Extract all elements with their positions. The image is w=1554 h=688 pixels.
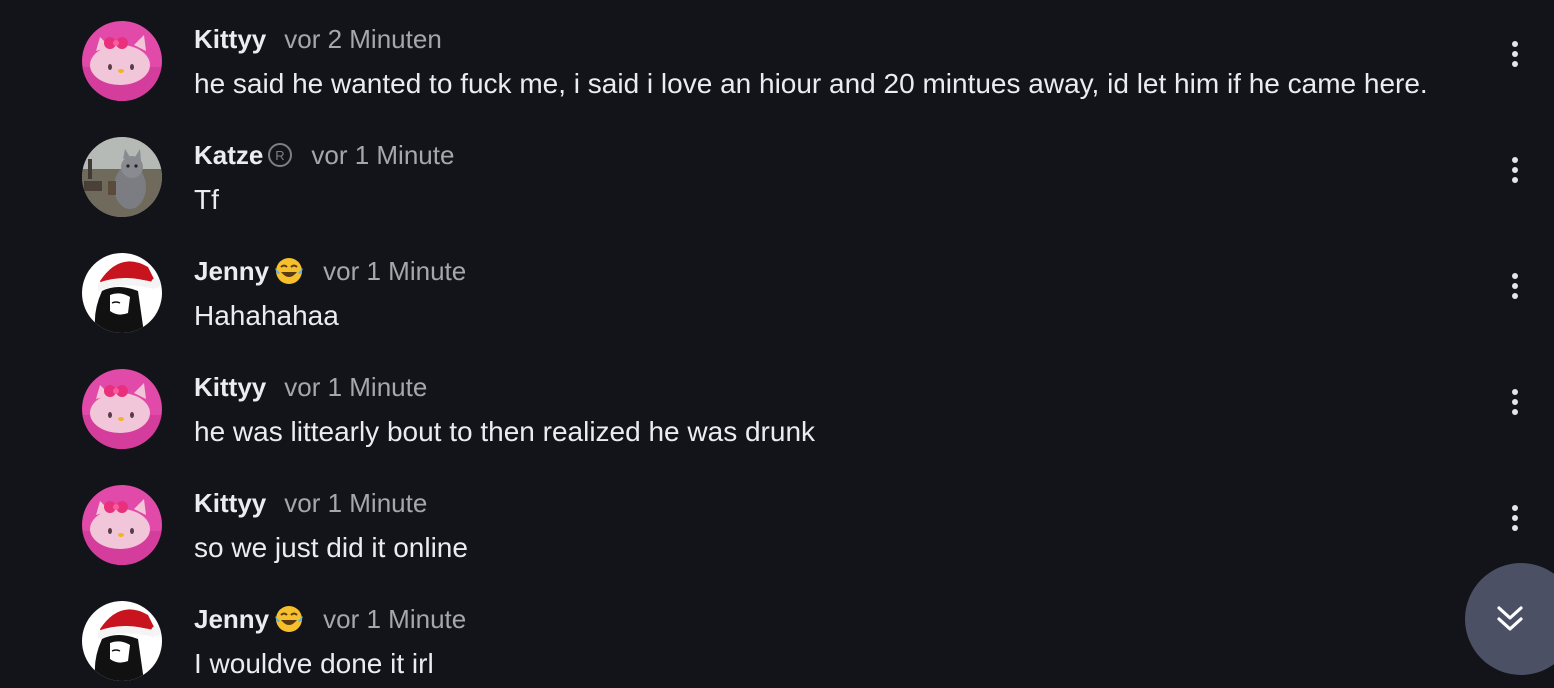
- message-header: Kittyy vor 1 Minute: [194, 372, 427, 402]
- double-chevron-down-icon: [1497, 606, 1523, 631]
- registered-icon: R: [267, 142, 293, 168]
- timestamp: vor 1 Minute: [323, 603, 467, 634]
- cat-photo-avatar-image: [82, 137, 162, 217]
- chat-message: Jenny vor 1 Minute I wouldve done it irl: [0, 580, 1554, 688]
- more-options-icon[interactable]: [1500, 36, 1530, 72]
- hello-kitty-avatar-image: [82, 369, 162, 449]
- hello-kitty-avatar-image: [82, 485, 162, 565]
- santa-hat-girl-avatar-image: [82, 601, 162, 681]
- svg-text:R: R: [276, 148, 285, 163]
- more-options-icon[interactable]: [1500, 152, 1530, 188]
- timestamp: vor 2 Minuten: [284, 23, 442, 54]
- username[interactable]: Kittyy: [194, 488, 266, 519]
- username[interactable]: Katze: [194, 140, 263, 171]
- message-header: Kittyy vor 1 Minute: [194, 488, 427, 518]
- username[interactable]: Kittyy: [194, 24, 266, 55]
- chat-message: Kittyy vor 2 Minuten he said he wanted t…: [0, 0, 1554, 116]
- message-text: so we just did it online: [194, 532, 468, 563]
- message-header: Katze R vor 1 Minute: [194, 140, 454, 170]
- message-text: he was littearly bout to then realized h…: [194, 416, 816, 447]
- timestamp: vor 1 Minute: [311, 139, 455, 170]
- chat-message-list: Kittyy vor 2 Minuten he said he wanted t…: [0, 0, 1554, 688]
- hello-kitty-avatar-image: [82, 21, 162, 101]
- username[interactable]: Jenny: [194, 604, 269, 635]
- message-header: Kittyy vor 2 Minuten: [194, 24, 442, 54]
- avatar-jenny[interactable]: [82, 601, 162, 681]
- avatar-jenny[interactable]: [82, 253, 162, 333]
- username[interactable]: Kittyy: [194, 372, 266, 403]
- more-options-icon[interactable]: [1500, 384, 1530, 420]
- message-header: Jenny vor 1 Minute: [194, 256, 466, 286]
- avatar-hello-kitty[interactable]: [82, 485, 162, 565]
- message-text: Tf: [194, 184, 219, 215]
- username[interactable]: Jenny: [194, 256, 269, 287]
- message-header: Jenny vor 1 Minute: [194, 604, 466, 634]
- message-text: he said he wanted to fuck me, i said i l…: [194, 68, 1428, 99]
- laughing-emoji-icon: [273, 604, 305, 634]
- timestamp: vor 1 Minute: [323, 255, 467, 286]
- timestamp: vor 1 Minute: [284, 487, 428, 518]
- chat-message: Katze R vor 1 Minute Tf: [0, 116, 1554, 232]
- more-options-icon[interactable]: [1500, 500, 1530, 536]
- message-text: Hahahahaa: [194, 300, 339, 331]
- avatar-hello-kitty[interactable]: [82, 369, 162, 449]
- santa-hat-girl-avatar-image: [82, 253, 162, 333]
- chat-message: Kittyy vor 1 Minute he was littearly bou…: [0, 348, 1554, 464]
- avatar-cat[interactable]: [82, 137, 162, 217]
- chat-message: Jenny vor 1 Minute Hahahahaa: [0, 232, 1554, 348]
- chat-message: Kittyy vor 1 Minute so we just did it on…: [0, 464, 1554, 580]
- laughing-emoji-icon: [273, 256, 305, 286]
- timestamp: vor 1 Minute: [284, 371, 428, 402]
- avatar-hello-kitty[interactable]: [82, 21, 162, 101]
- more-options-icon[interactable]: [1500, 268, 1530, 304]
- message-text: I wouldve done it irl: [194, 648, 434, 679]
